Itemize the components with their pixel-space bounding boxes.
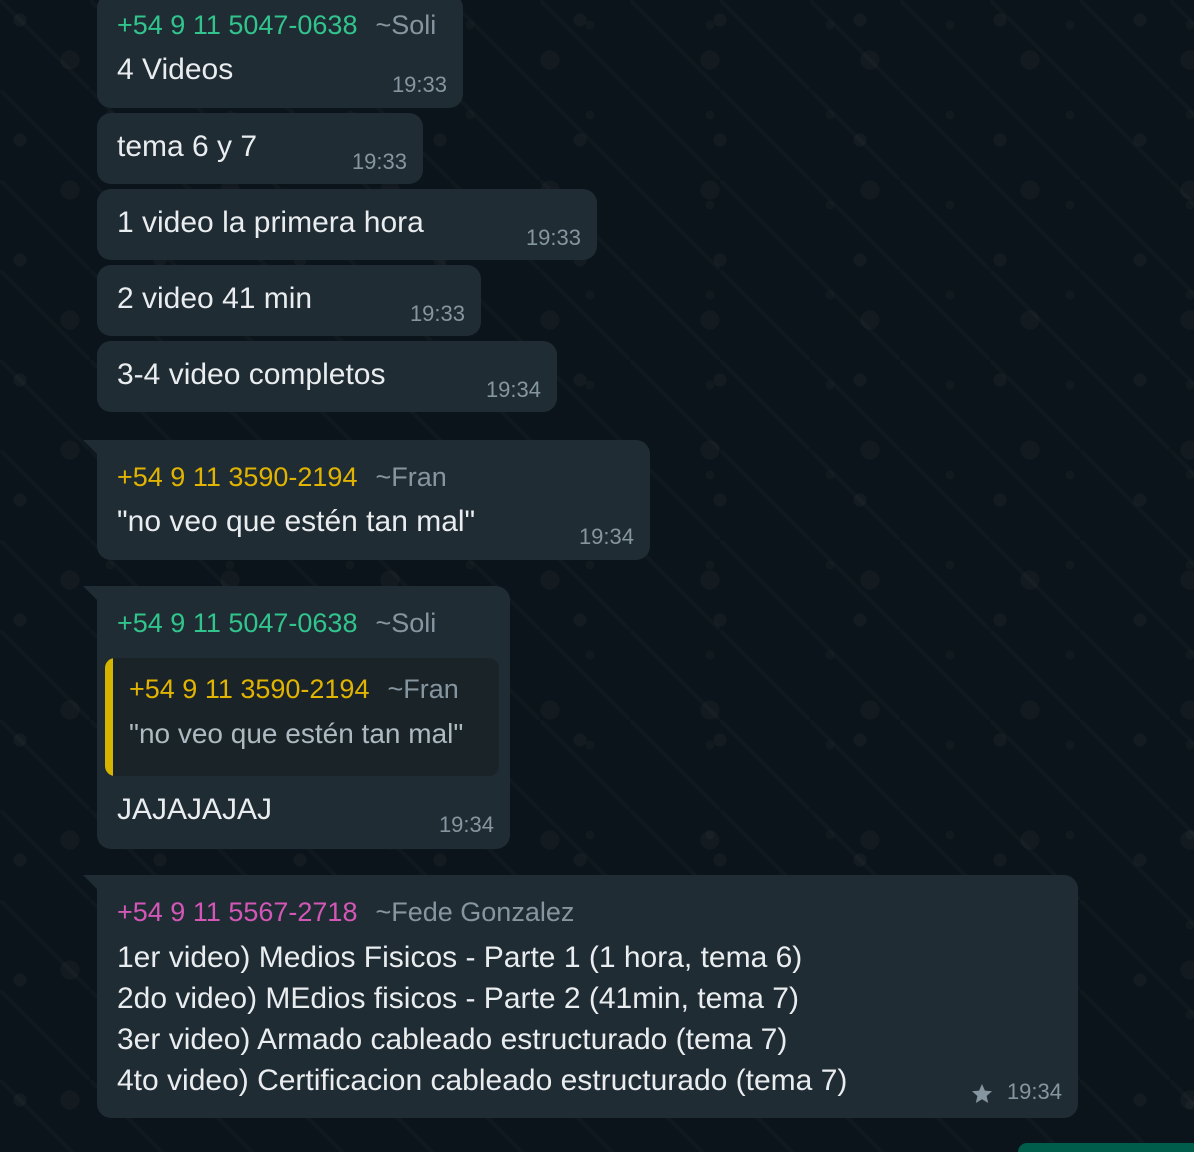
sender-alias: ~Fran	[375, 462, 447, 492]
message-sender[interactable]: +54 9 11 5047-0638 ~Soli	[117, 608, 436, 639]
message-text: 2 video 41 min	[117, 282, 313, 315]
sender-alias: ~Soli	[375, 10, 437, 40]
message-time: 19:34	[438, 812, 494, 837]
message-time: 19:33	[391, 72, 447, 97]
quoted-sender: +54 9 11 3590-2194 ~Fran	[129, 674, 459, 705]
message-time: 19:33	[351, 149, 407, 174]
quoted-text: "no veo que estén tan mal"	[129, 718, 464, 749]
message-text: 1er video) Medios Fisicos - Parte 1 (1 h…	[117, 937, 847, 1101]
message-text: 3-4 video completos	[117, 358, 386, 391]
bubble-tail	[83, 586, 99, 602]
quote-accent-bar	[105, 658, 113, 776]
star-icon	[972, 1084, 992, 1103]
message-text: tema 6 y 7	[117, 130, 258, 163]
quoted-sender-alias: ~Fran	[387, 674, 459, 704]
message-text: 4 Videos	[117, 53, 234, 86]
sender-phone[interactable]: +54 9 11 3590-2194	[117, 462, 357, 492]
message-bubble[interactable]: 1 video la primera hora 19:33	[97, 189, 597, 260]
message-bubble[interactable]: 3-4 video completos 19:34	[97, 341, 557, 412]
message-bubble[interactable]: +54 9 11 3590-2194 ~Fran "no veo que esté…	[83, 440, 650, 560]
message-sender[interactable]: +54 9 11 3590-2194 ~Fran	[117, 462, 447, 493]
message-line: 2do video) MEdios fisicos - Parte 2 (41m…	[117, 982, 799, 1015]
message-line: 3er video) Armado cableado estructurado …	[117, 1023, 788, 1056]
message-text: "no veo que estén tan mal"	[117, 505, 476, 538]
outgoing-bubble-edge	[1018, 1143, 1194, 1152]
sender-phone[interactable]: +54 9 11 5567-2718	[117, 897, 357, 927]
message-time: 19:34	[485, 377, 541, 402]
message-bubble[interactable]: 2 video 41 min 19:33	[97, 265, 481, 336]
message-time: 19:34	[578, 524, 634, 549]
sender-alias: ~Soli	[375, 608, 437, 638]
message-line: 1er video) Medios Fisicos - Parte 1 (1 h…	[117, 941, 803, 974]
message-time: 19:33	[525, 225, 581, 250]
message-time: 19:34	[1006, 1079, 1062, 1104]
message-bubble[interactable]: tema 6 y 7 19:33	[97, 113, 423, 184]
message-text: 1 video la primera hora	[117, 206, 424, 239]
bubble-tail	[83, 440, 99, 456]
sender-alias: ~Fede Gonzalez	[375, 897, 575, 927]
message-line: 4to video) Certificacion cableado estruc…	[117, 1064, 848, 1097]
message-bubble[interactable]: +54 9 11 5047-0638 ~Soli +54 9 11 3590-21…	[83, 586, 510, 849]
message-time: 19:33	[409, 301, 465, 326]
message-text: JAJAJAJAJ	[117, 793, 273, 826]
message-sender[interactable]: +54 9 11 5047-0638 ~Soli	[117, 10, 436, 41]
message-bubble[interactable]: +54 9 11 5047-0638 ~Soli 4 Videos 19:33	[97, 0, 463, 108]
message-sender[interactable]: +54 9 11 5567-2718 ~Fede Gonzalez	[117, 897, 574, 928]
quoted-sender-phone: +54 9 11 3590-2194	[129, 674, 370, 704]
quoted-message[interactable]: +54 9 11 3590-2194 ~Fran "no veo que esté…	[105, 658, 499, 776]
message-list[interactable]: +54 9 11 5047-0638 ~Soli 4 Videos 19:33 t…	[0, 0, 1194, 1152]
sender-phone[interactable]: +54 9 11 5047-0638	[117, 608, 357, 638]
message-bubble[interactable]: +54 9 11 5567-2718 ~Fede Gonzalez 1er vid…	[83, 875, 1078, 1118]
sender-phone[interactable]: +54 9 11 5047-0638	[117, 10, 357, 40]
bubble-tail	[83, 875, 99, 891]
